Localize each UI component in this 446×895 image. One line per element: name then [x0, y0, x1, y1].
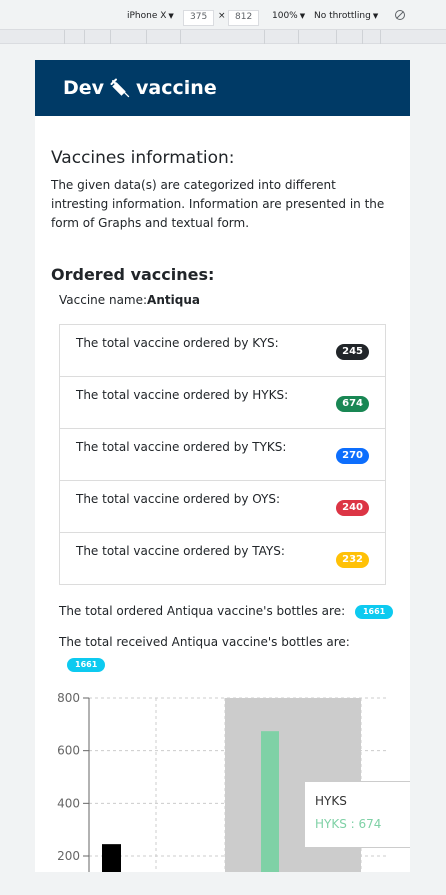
- throttling-select[interactable]: No throttling ▼: [314, 11, 378, 21]
- device-label: iPhone X: [127, 11, 167, 21]
- syringe-icon: [110, 78, 130, 98]
- list-item-text: The total vaccine ordered by KYS:: [76, 336, 279, 350]
- list-item-text: The total vaccine ordered by OYS:: [76, 492, 281, 506]
- bar-kys: [102, 844, 121, 872]
- chevron-down-icon: ▼: [299, 12, 306, 20]
- total-received-badge-row: 1661: [67, 655, 394, 674]
- brand-text-right: vaccine: [136, 77, 217, 99]
- bar-hyks: [261, 731, 279, 872]
- chevron-down-icon: ▼: [372, 12, 379, 20]
- ordered-list: The total vaccine ordered by KYS: 245 Th…: [59, 324, 386, 585]
- list-item: The total vaccine ordered by HYKS: 674: [60, 377, 385, 429]
- y-tick-label: 600: [57, 744, 80, 758]
- info-description: The given data(s) are categorized into d…: [51, 178, 385, 230]
- count-badge: 232: [336, 552, 369, 568]
- device-select[interactable]: iPhone X ▼: [127, 11, 174, 21]
- main-content: Vaccines information: The given data(s) …: [35, 148, 410, 674]
- y-tick-label: 400: [57, 796, 80, 810]
- count-badge: 240: [336, 500, 369, 516]
- list-item-text: The total vaccine ordered by HYKS:: [76, 388, 289, 402]
- total-received-text: The total received Antiqua vaccine's bot…: [59, 634, 350, 649]
- info-heading: Vaccines information:: [51, 148, 235, 168]
- width-input[interactable]: 375: [183, 10, 215, 26]
- dimension-separator: ×: [218, 11, 226, 21]
- height-input[interactable]: 812: [228, 10, 260, 26]
- count-badge: 674: [336, 396, 369, 412]
- total-ordered-badge: 1661: [354, 604, 394, 619]
- list-item: The total vaccine ordered by OYS: 240: [60, 481, 385, 533]
- brand-text-left: Dev: [63, 77, 105, 99]
- navbar: Dev vaccine: [35, 60, 410, 116]
- total-received-row: The total received Antiqua vaccine's bot…: [59, 635, 394, 649]
- total-ordered-row: The total ordered Antiqua vaccine's bott…: [59, 604, 394, 619]
- zoom-label: 100%: [272, 11, 298, 21]
- ordered-heading: Ordered vaccines:: [51, 265, 215, 284]
- list-item: The total vaccine ordered by TAYS: 232: [60, 533, 385, 584]
- throttling-label: No throttling: [314, 11, 371, 21]
- chevron-down-icon: ▼: [168, 12, 174, 20]
- y-tick-label: 800: [57, 691, 80, 705]
- list-item-text: The total vaccine ordered by TAYS:: [76, 544, 285, 558]
- y-tick-label: 200: [57, 849, 80, 863]
- vaccine-name-value: Antiqua: [147, 293, 200, 307]
- count-badge: 270: [336, 448, 369, 464]
- device-viewport: Dev vaccine Vaccines information: The gi…: [35, 60, 410, 872]
- tooltip-value: HYKS : 674: [315, 817, 382, 831]
- devtools-toolbar: iPhone X ▼ 375 × 812 100% ▼ No throttling ▼: [0, 0, 446, 30]
- count-badge: 245: [336, 344, 369, 360]
- total-received-badge: 1661: [67, 658, 106, 672]
- rotate-icon[interactable]: [394, 9, 406, 24]
- tooltip-title: HYKS: [315, 794, 347, 808]
- list-item-text: The total vaccine ordered by TYKS:: [76, 440, 287, 454]
- brand[interactable]: Dev vaccine: [63, 77, 217, 99]
- media-query-ruler: [0, 30, 446, 44]
- vaccine-name-label: Vaccine name:: [59, 293, 148, 307]
- list-item: The total vaccine ordered by KYS: 245: [60, 325, 385, 377]
- vaccine-name-row: Vaccine name:Antiqua: [59, 293, 394, 307]
- chart-tooltip: HYKS HYKS : 674: [304, 781, 410, 848]
- zoom-select[interactable]: 100% ▼: [272, 11, 305, 21]
- total-ordered-text: The total ordered Antiqua vaccine's bott…: [59, 604, 346, 618]
- list-item: The total vaccine ordered by TYKS: 270: [60, 429, 385, 481]
